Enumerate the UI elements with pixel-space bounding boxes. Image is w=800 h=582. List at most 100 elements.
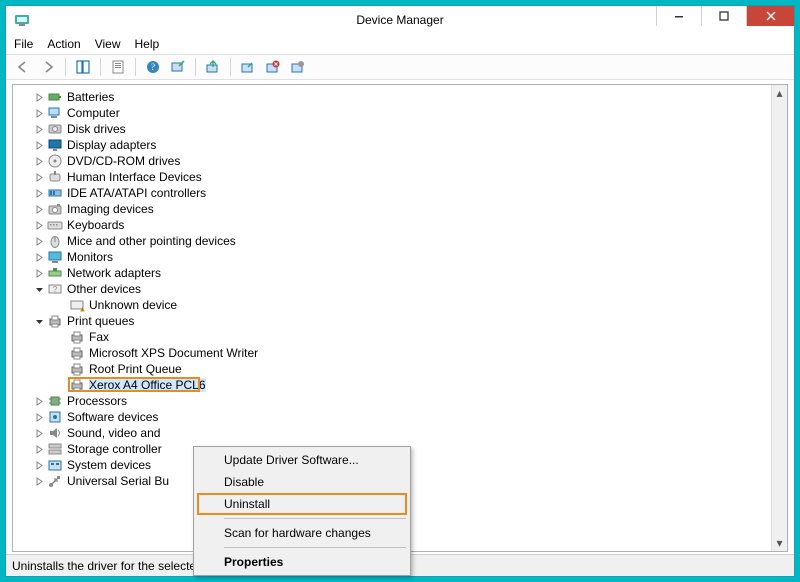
sound-icon [47,425,63,441]
tree-item[interactable]: Sound, video and [13,425,771,441]
toolbar-forward-button[interactable] [37,56,59,78]
collapse-icon[interactable] [33,283,45,295]
minimize-button[interactable] [656,6,701,26]
network-icon [47,265,63,281]
tree-item[interactable]: Imaging devices [13,201,771,217]
expand-icon[interactable] [33,427,45,439]
scroll-down-arrow[interactable]: ▾ [772,535,787,551]
expand-icon[interactable] [33,171,45,183]
tree-item-label: Other devices [67,282,141,296]
tree-item[interactable]: Xerox A4 Office PCL6 [13,377,771,393]
tree-item[interactable]: Microsoft XPS Document Writer [13,345,771,361]
tree-item[interactable]: Batteries [13,89,771,105]
expand-icon[interactable] [33,475,45,487]
expand-icon[interactable] [33,219,45,231]
context-menu-item[interactable]: Scan for hardware changes [196,522,408,544]
tree-item-label: Mice and other pointing devices [67,234,236,248]
menu-view[interactable]: View [95,37,121,51]
menu-file[interactable]: File [14,37,33,51]
toolbar-show-hide-button[interactable] [72,56,94,78]
tree-item[interactable]: Human Interface Devices [13,169,771,185]
tree-item[interactable]: ?Other devices [13,281,771,297]
tree-item[interactable]: Disk drives [13,121,771,137]
maximize-button[interactable] [701,6,746,26]
tree-item[interactable]: IDE ATA/ATAPI controllers [13,185,771,201]
tree-item-label: Root Print Queue [89,362,182,376]
expand-icon[interactable] [33,203,45,215]
tree-item-label: Unknown device [89,298,177,312]
toolbar-help-button[interactable]: ? [142,56,164,78]
toolbar-uninstall-button[interactable] [262,56,284,78]
menu-action[interactable]: Action [47,37,80,51]
expand-icon[interactable] [33,459,45,471]
toolbar-separator [135,58,136,76]
tree-item-label: Processors [67,394,127,408]
tree-item-label: DVD/CD-ROM drives [67,154,180,168]
tree-item[interactable]: Network adapters [13,265,771,281]
software-icon [47,409,63,425]
tree-item-label: Monitors [67,250,113,264]
toolbar-properties-button[interactable] [107,56,129,78]
tree-item[interactable]: Processors [13,393,771,409]
close-button[interactable] [746,6,794,26]
context-menu-item[interactable]: Disable [196,471,408,493]
context-menu: Update Driver Software...DisableUninstal… [193,446,411,576]
toolbar-scan-button[interactable] [167,56,189,78]
context-menu-separator [224,518,406,519]
expand-icon[interactable] [33,139,45,151]
scroll-up-arrow[interactable]: ▴ [772,85,787,101]
menubar: File Action View Help [6,34,794,54]
monitor-icon [47,249,63,265]
hid-icon [47,169,63,185]
toolbar-update-driver-button[interactable] [202,56,224,78]
tree-item[interactable]: Print queues [13,313,771,329]
tree-item[interactable]: Keyboards [13,217,771,233]
vertical-scrollbar[interactable]: ▴ ▾ [771,85,787,551]
tree-item[interactable]: Monitors [13,249,771,265]
titlebar[interactable]: Device Manager [6,6,794,34]
expand-icon[interactable] [33,107,45,119]
toolbar-enable-button[interactable] [237,56,259,78]
context-menu-item[interactable]: Update Driver Software... [196,449,408,471]
tree-item-label: Software devices [67,410,158,424]
printer-icon [69,377,85,393]
toolbar-back-button[interactable] [12,56,34,78]
collapse-icon[interactable] [33,315,45,327]
tree-item-label: Keyboards [67,218,124,232]
toolbar: ? [6,54,794,80]
tree-item-label: Computer [67,106,120,120]
expand-icon[interactable] [33,267,45,279]
tree-item[interactable]: DVD/CD-ROM drives [13,153,771,169]
expand-icon[interactable] [33,187,45,199]
tree-item-label: Disk drives [67,122,126,136]
expand-icon[interactable] [33,235,45,247]
context-menu-item[interactable]: Properties [196,551,408,573]
toolbar-legacy-button[interactable] [287,56,309,78]
expand-icon[interactable] [33,443,45,455]
tree-item-label: Storage controller [67,442,162,456]
expand-icon[interactable] [33,91,45,103]
menu-help[interactable]: Help [135,37,160,51]
tree-item[interactable]: Display adapters [13,137,771,153]
tree-item[interactable]: Computer [13,105,771,121]
toolbar-separator [195,58,196,76]
camera-icon [47,201,63,217]
tree-item-label: Microsoft XPS Document Writer [89,346,258,360]
tree-item-label: Universal Serial Bu [67,474,169,488]
tree-item[interactable]: Root Print Queue [13,361,771,377]
expand-icon[interactable] [33,395,45,407]
tree-item[interactable]: Fax [13,329,771,345]
context-menu-item[interactable]: Uninstall [196,493,408,515]
tree-item[interactable]: Software devices [13,409,771,425]
tree-item[interactable]: !Unknown device [13,297,771,313]
expand-icon[interactable] [33,155,45,167]
annotation-highlight [197,493,407,515]
tree-item-label: Display adapters [67,138,156,152]
expand-icon[interactable] [33,123,45,135]
svg-text:?: ? [151,62,155,72]
tree-item-label: Network adapters [67,266,161,280]
usb-icon [47,473,63,489]
expand-icon[interactable] [33,411,45,423]
tree-item[interactable]: Mice and other pointing devices [13,233,771,249]
expand-icon[interactable] [33,251,45,263]
